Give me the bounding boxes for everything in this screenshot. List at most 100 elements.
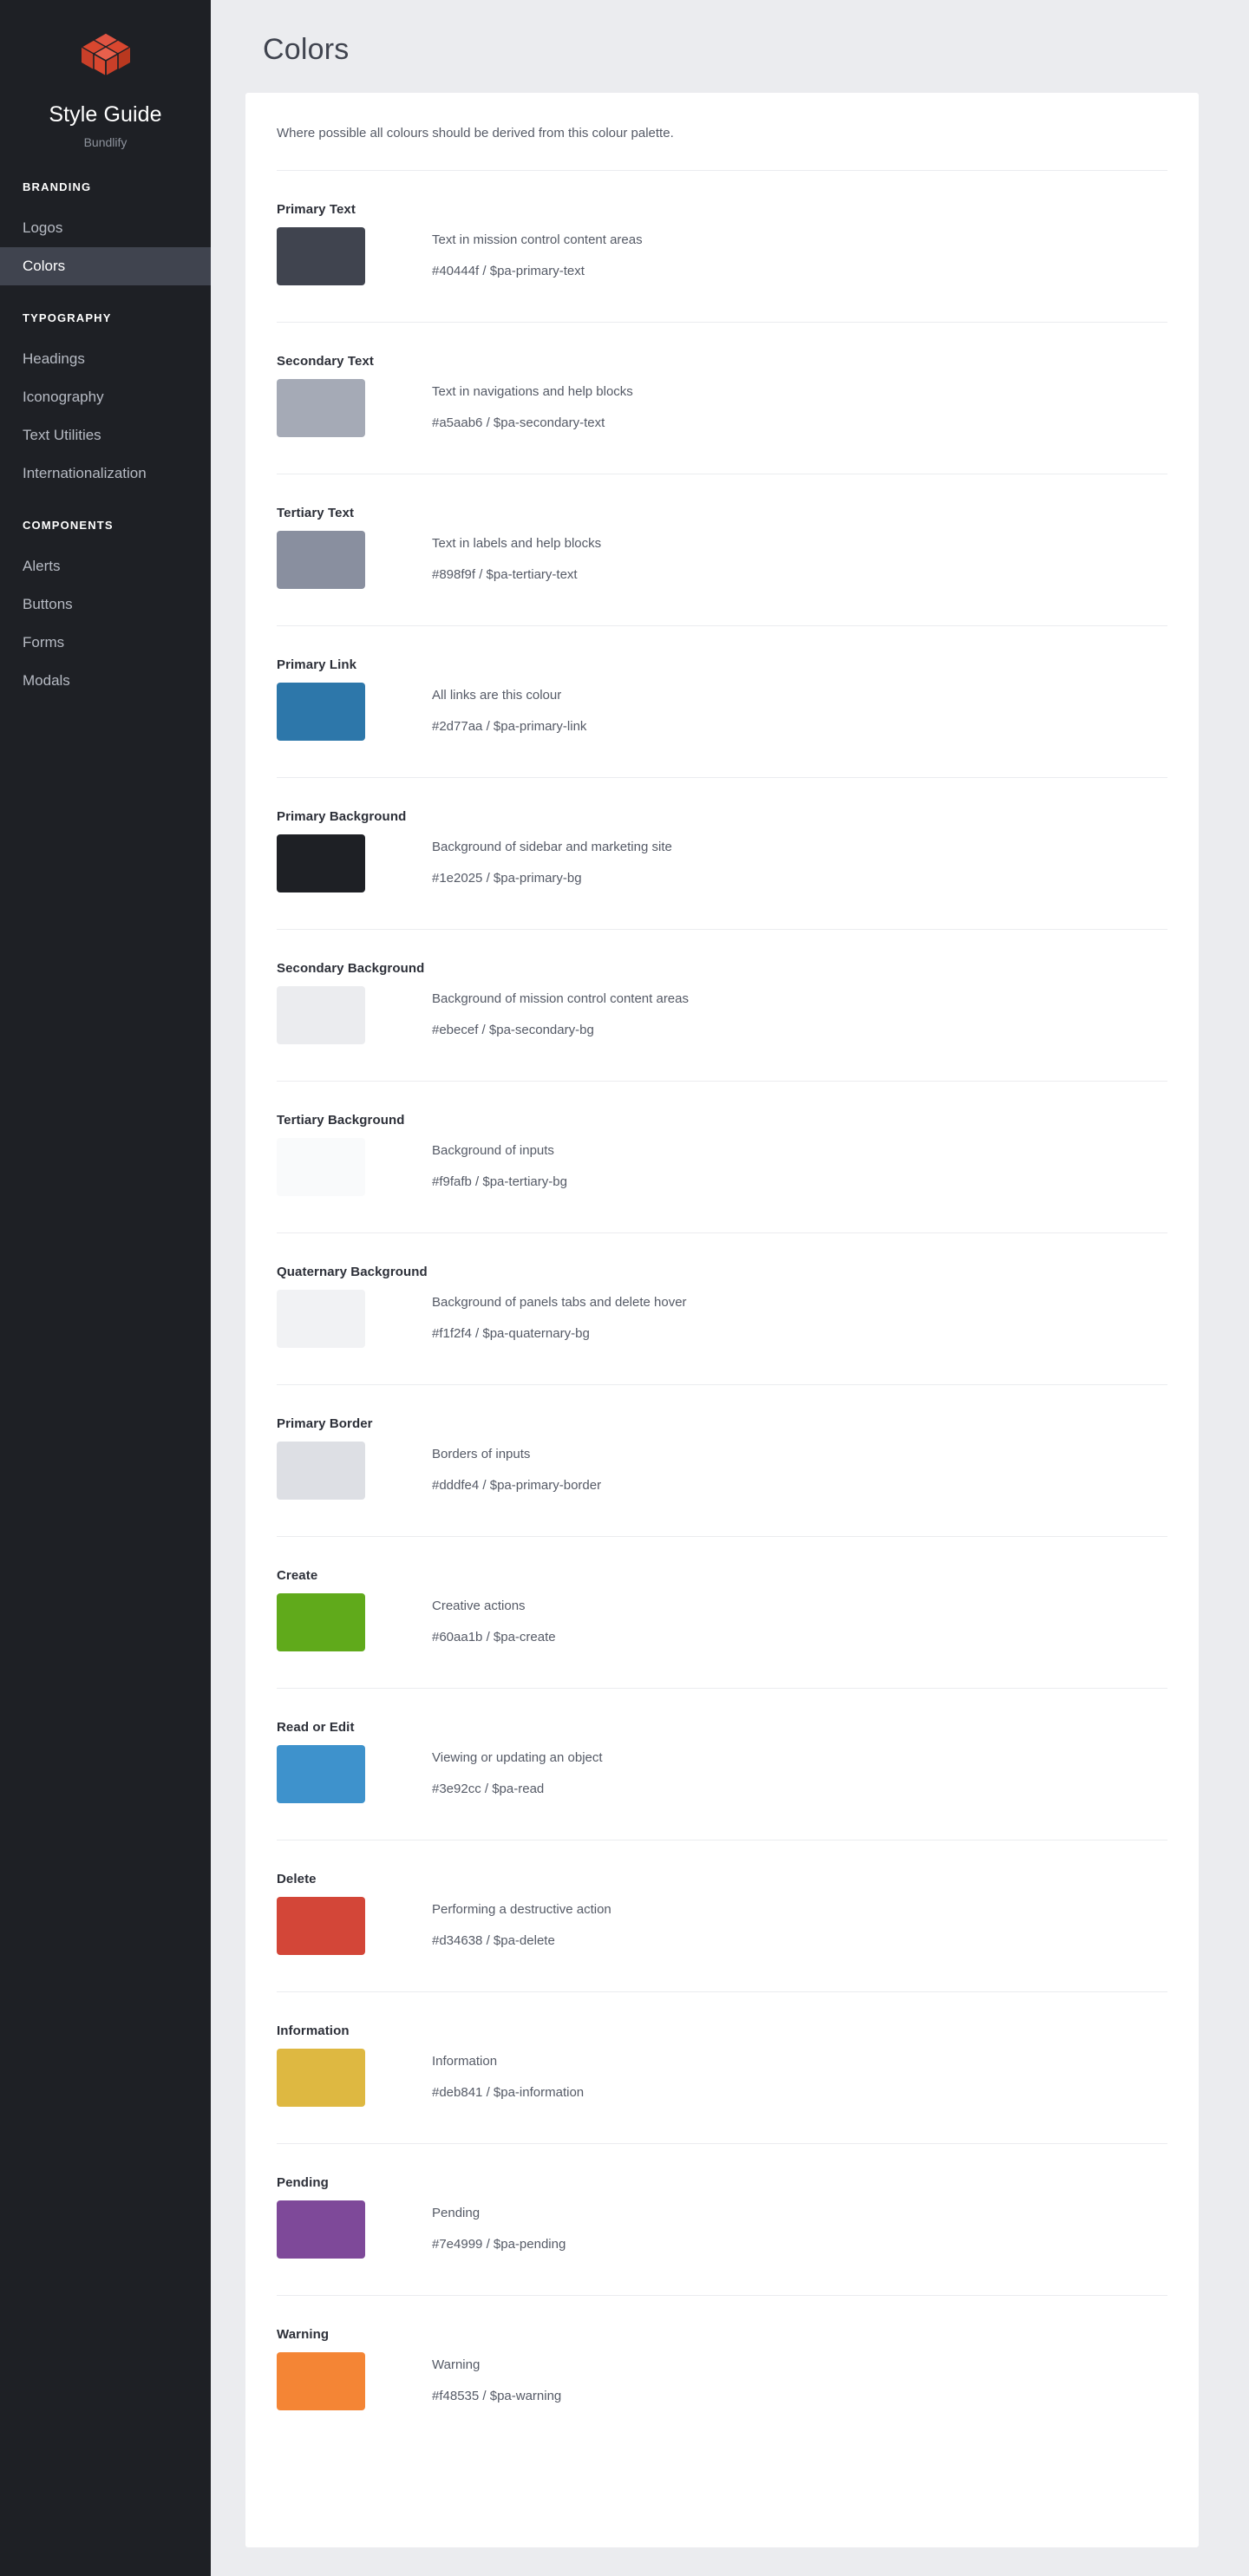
- swatch-color-chip[interactable]: [277, 227, 365, 285]
- swatch-color-chip[interactable]: [277, 986, 365, 1044]
- sidebar-item-text-utilities[interactable]: Text Utilities: [0, 416, 211, 454]
- swatch-color-chip[interactable]: [277, 834, 365, 892]
- swatch-meta: Background of panels tabs and delete hov…: [365, 1290, 687, 1342]
- swatch-body: Warning #f48535 / $pa-warning: [277, 2352, 1167, 2447]
- swatch-meta: Performing a destructive action #d34638 /…: [365, 1897, 611, 1949]
- brand-title: Style Guide: [49, 102, 162, 127]
- swatch-body: Background of sidebar and marketing site…: [277, 834, 1167, 929]
- swatch-body: Background of panels tabs and delete hov…: [277, 1290, 1167, 1384]
- sidebar-item-modals[interactable]: Modals: [0, 662, 211, 700]
- sidebar-item-colors[interactable]: Colors: [0, 247, 211, 285]
- sidebar-item-logos[interactable]: Logos: [0, 209, 211, 247]
- swatch-color-chip[interactable]: [277, 531, 365, 589]
- swatch-meta: Warning #f48535 / $pa-warning: [365, 2352, 561, 2404]
- swatch-row: Pending Pending #7e4999 / $pa-pending: [277, 2144, 1167, 2296]
- swatch-row: Create Creative actions #60aa1b / $pa-crea…: [277, 1537, 1167, 1689]
- swatch-row: Tertiary Background Background of inputs #…: [277, 1082, 1167, 1233]
- swatch-row: Information Information #deb841 / $pa-info…: [277, 1992, 1167, 2144]
- swatch-meta: Pending #7e4999 / $pa-pending: [365, 2200, 566, 2252]
- swatch-description: Information: [432, 2054, 498, 2069]
- swatch-description: Borders of inputs: [432, 1447, 531, 1461]
- swatch-hex-variable: #2d77aa / $pa-primary-link: [432, 719, 587, 734]
- swatch-description: Viewing or updating an object: [432, 1750, 603, 1765]
- main-content: Colors Where possible all colours should…: [211, 0, 1249, 2576]
- swatch-name: Primary Border: [277, 1416, 373, 1431]
- swatch-hex-variable: #60aa1b / $pa-create: [432, 1630, 556, 1644]
- swatch-meta: Text in navigations and help blocks #a5aa…: [365, 379, 633, 431]
- nav-section-branding: BRANDING: [23, 180, 92, 193]
- sidebar-item-headings[interactable]: Headings: [0, 340, 211, 378]
- swatch-row: Warning Warning #f48535 / $pa-warning: [277, 2296, 1167, 2447]
- swatch-color-chip[interactable]: [277, 2049, 365, 2107]
- swatch-meta: Background of inputs #f9fafb / $pa-tertia…: [365, 1138, 567, 1190]
- brand-logo[interactable]: [0, 19, 211, 94]
- swatch-body: Text in navigations and help blocks #a5aa…: [277, 379, 1167, 474]
- swatch-color-chip[interactable]: [277, 1593, 365, 1651]
- cube-logo-icon: [79, 29, 133, 83]
- swatch-body: Pending #7e4999 / $pa-pending: [277, 2200, 1167, 2295]
- swatch-description: Pending: [432, 2206, 481, 2220]
- swatch-body: Borders of inputs #dddfe4 / $pa-primary-b…: [277, 1442, 1167, 1536]
- swatch-name: Primary Background: [277, 809, 407, 824]
- swatch-body: Viewing or updating an object #3e92cc / $…: [277, 1745, 1167, 1840]
- swatch-hex-variable: #d34638 / $pa-delete: [432, 1933, 555, 1948]
- sidebar-nav: BRANDING Logos Colors TYPOGRAPHY Heading…: [0, 180, 211, 700]
- sidebar-item-forms[interactable]: Forms: [0, 624, 211, 662]
- swatch-meta: Borders of inputs #dddfe4 / $pa-primary-b…: [365, 1442, 601, 1494]
- brand-subtitle: Bundlify: [83, 135, 128, 149]
- swatch-color-chip[interactable]: [277, 379, 365, 437]
- swatch-name: Create: [277, 1568, 318, 1583]
- swatch-name: Pending: [277, 2175, 329, 2190]
- swatch-description: Background of sidebar and marketing site: [432, 840, 672, 854]
- swatch-color-chip[interactable]: [277, 1290, 365, 1348]
- panel-intro-text: Where possible all colours should be der…: [277, 93, 1167, 171]
- swatch-row: Tertiary Text Text in labels and help blo…: [277, 474, 1167, 626]
- swatch-hex-variable: #a5aab6 / $pa-secondary-text: [432, 415, 605, 430]
- style-guide-app: Style Guide Bundlify BRANDING Logos Colo…: [0, 0, 1249, 2576]
- swatch-hex-variable: #dddfe4 / $pa-primary-border: [432, 1478, 602, 1493]
- sidebar-item-buttons[interactable]: Buttons: [0, 585, 211, 624]
- swatch-color-chip[interactable]: [277, 683, 365, 741]
- swatch-body: Creative actions #60aa1b / $pa-create: [277, 1593, 1167, 1688]
- swatch-description: Text in mission control content areas: [432, 232, 643, 247]
- swatch-meta: Viewing or updating an object #3e92cc / $…: [365, 1745, 603, 1797]
- sidebar-item-alerts[interactable]: Alerts: [0, 547, 211, 585]
- swatch-color-chip[interactable]: [277, 2352, 365, 2410]
- swatch-color-chip[interactable]: [277, 1897, 365, 1955]
- swatch-name: Warning: [277, 2327, 330, 2342]
- swatch-name: Information: [277, 2024, 350, 2038]
- swatch-color-chip[interactable]: [277, 1442, 365, 1500]
- swatch-name: Tertiary Text: [277, 506, 355, 520]
- swatch-description: Background of panels tabs and delete hov…: [432, 1295, 687, 1310]
- swatch-meta: Information #deb841 / $pa-information: [365, 2049, 584, 2101]
- swatch-meta: All links are this colour #2d77aa / $pa-p…: [365, 683, 586, 735]
- swatch-hex-variable: #40444f / $pa-primary-text: [432, 264, 585, 278]
- swatch-hex-variable: #898f9f / $pa-tertiary-text: [432, 567, 578, 582]
- swatch-name: Secondary Text: [277, 354, 374, 369]
- swatch-name: Delete: [277, 1872, 317, 1886]
- sidebar: Style Guide Bundlify BRANDING Logos Colo…: [0, 0, 211, 2576]
- swatch-row: Primary Background Background of sidebar …: [277, 778, 1167, 930]
- swatch-description: Background of mission control content ar…: [432, 991, 689, 1006]
- sidebar-item-iconography[interactable]: Iconography: [0, 378, 211, 416]
- swatch-color-chip[interactable]: [277, 2200, 365, 2259]
- swatch-list: Primary Text Text in mission control cont…: [277, 171, 1167, 2447]
- swatch-name: Primary Link: [277, 657, 357, 672]
- swatch-name: Quaternary Background: [277, 1265, 428, 1279]
- sidebar-item-internationalization[interactable]: Internationalization: [0, 454, 211, 493]
- nav-section-typography: TYPOGRAPHY: [23, 311, 112, 324]
- swatch-description: Text in labels and help blocks: [432, 536, 602, 551]
- swatch-body: Text in mission control content areas #40…: [277, 227, 1167, 322]
- swatch-description: Creative actions: [432, 1599, 526, 1613]
- swatch-description: Warning: [432, 2357, 481, 2372]
- swatch-meta: Background of sidebar and marketing site…: [365, 834, 672, 886]
- swatch-body: Background of inputs #f9fafb / $pa-tertia…: [277, 1138, 1167, 1232]
- swatch-body: Information #deb841 / $pa-information: [277, 2049, 1167, 2143]
- swatch-row: Primary Text Text in mission control cont…: [277, 171, 1167, 323]
- swatch-color-chip[interactable]: [277, 1138, 365, 1196]
- colors-panel: Where possible all colours should be der…: [245, 93, 1199, 2547]
- swatch-color-chip[interactable]: [277, 1745, 365, 1803]
- swatch-hex-variable: #f1f2f4 / $pa-quaternary-bg: [432, 1326, 590, 1341]
- swatch-hex-variable: #deb841 / $pa-information: [432, 2085, 585, 2100]
- swatch-row: Delete Performing a destructive action #d3…: [277, 1840, 1167, 1992]
